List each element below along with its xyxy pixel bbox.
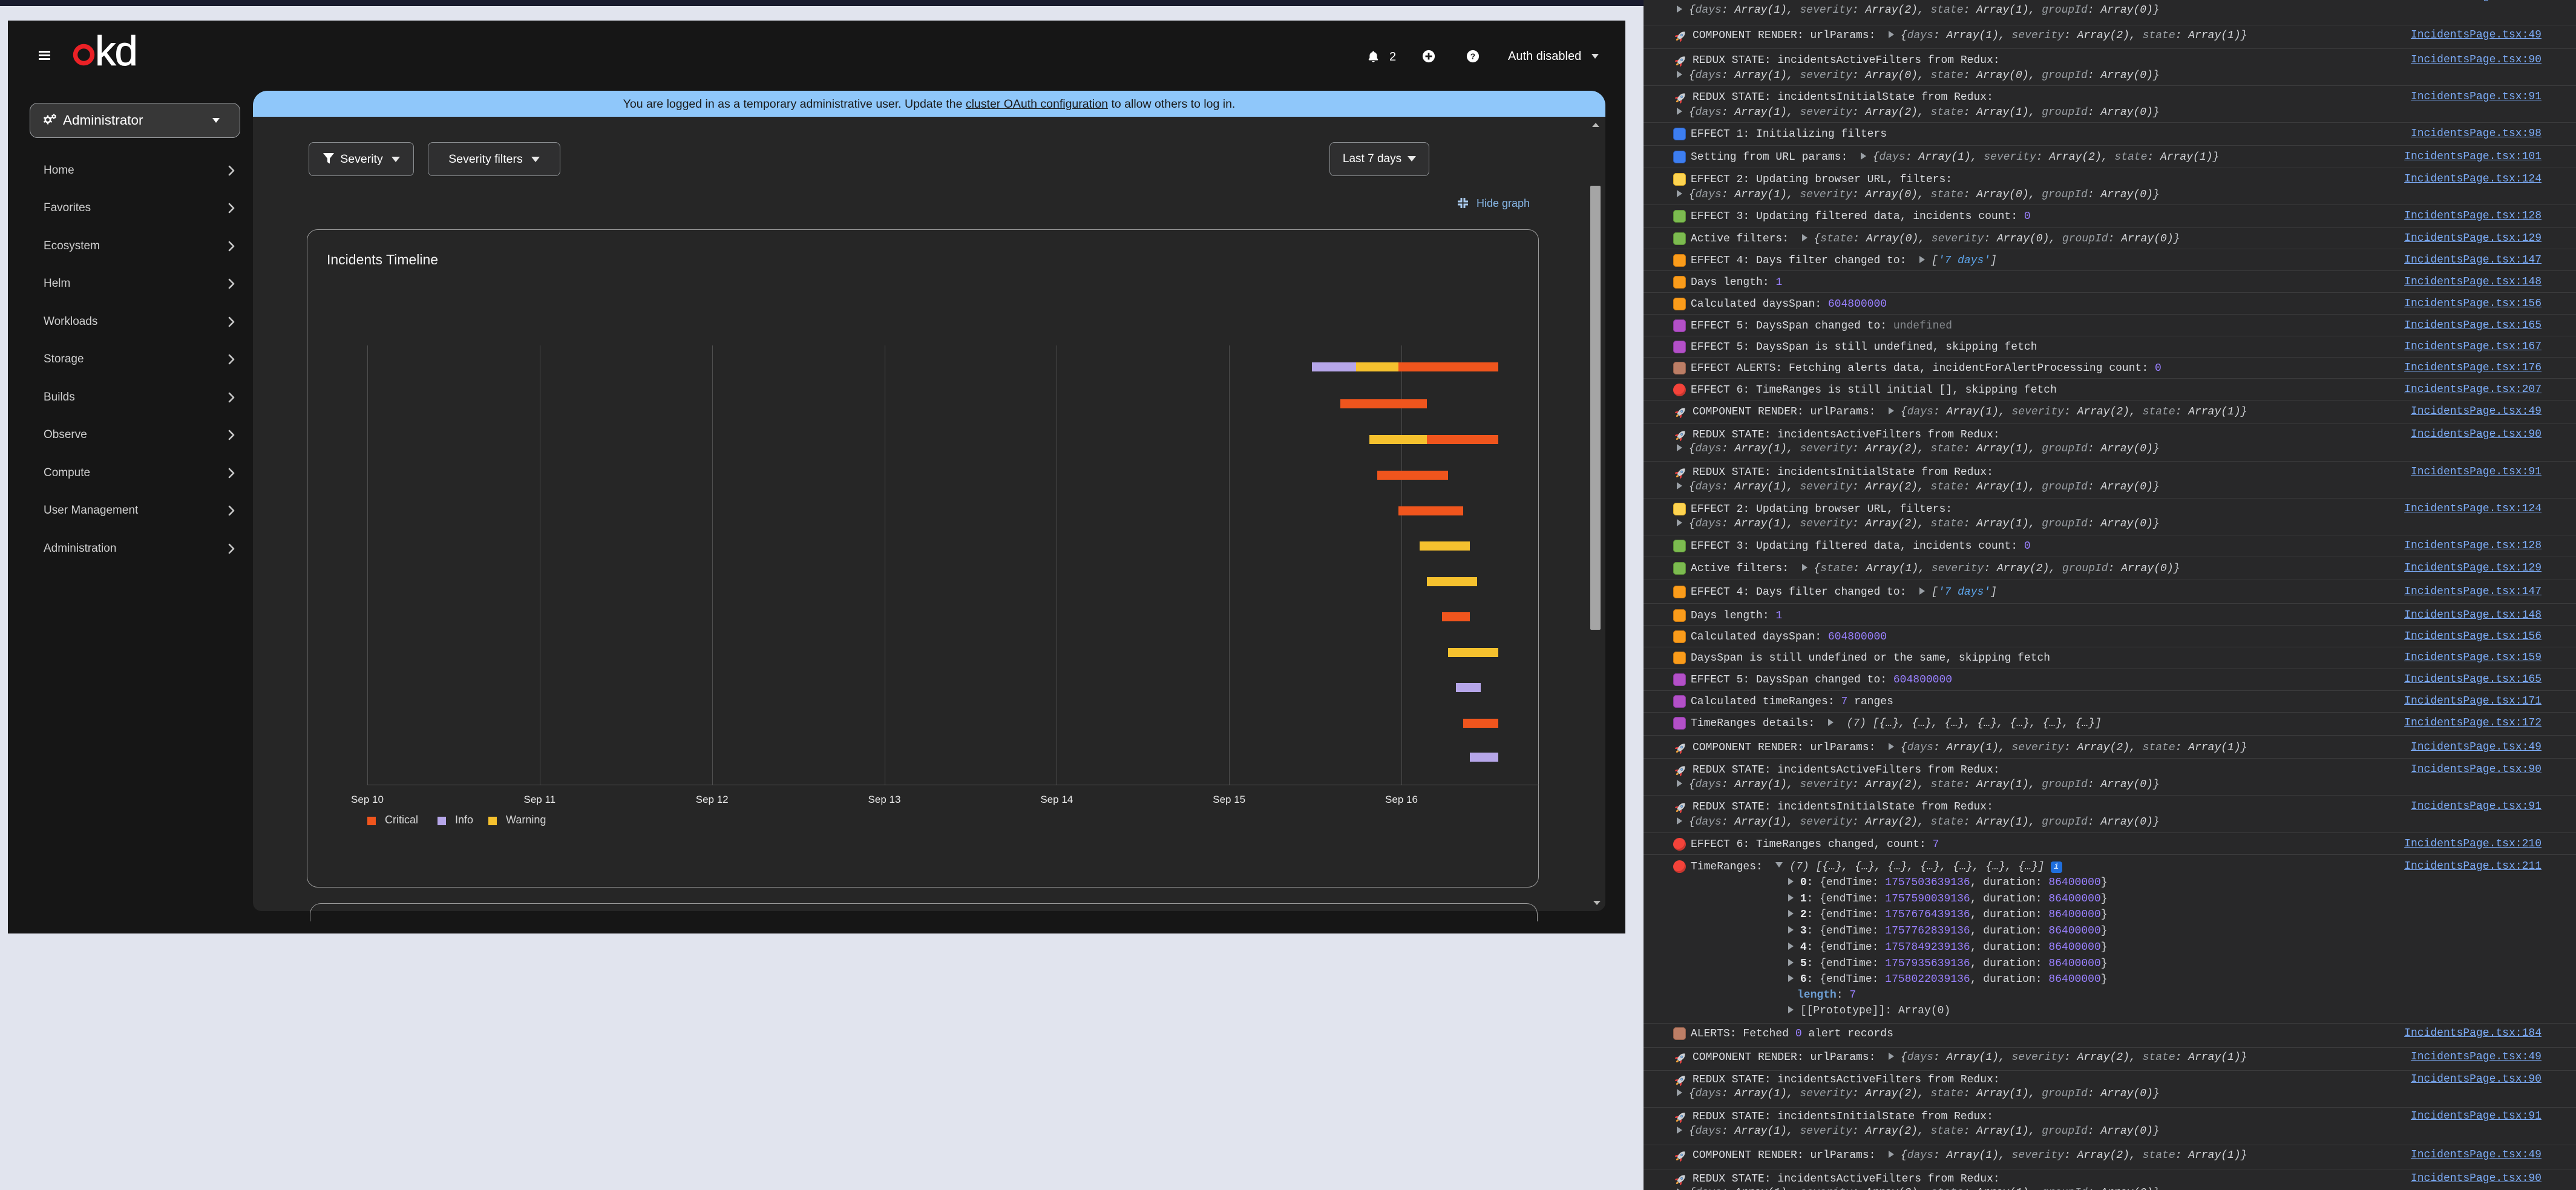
svg-text:?: ? bbox=[1470, 52, 1475, 61]
svg-text:kd: kd bbox=[95, 30, 137, 68]
